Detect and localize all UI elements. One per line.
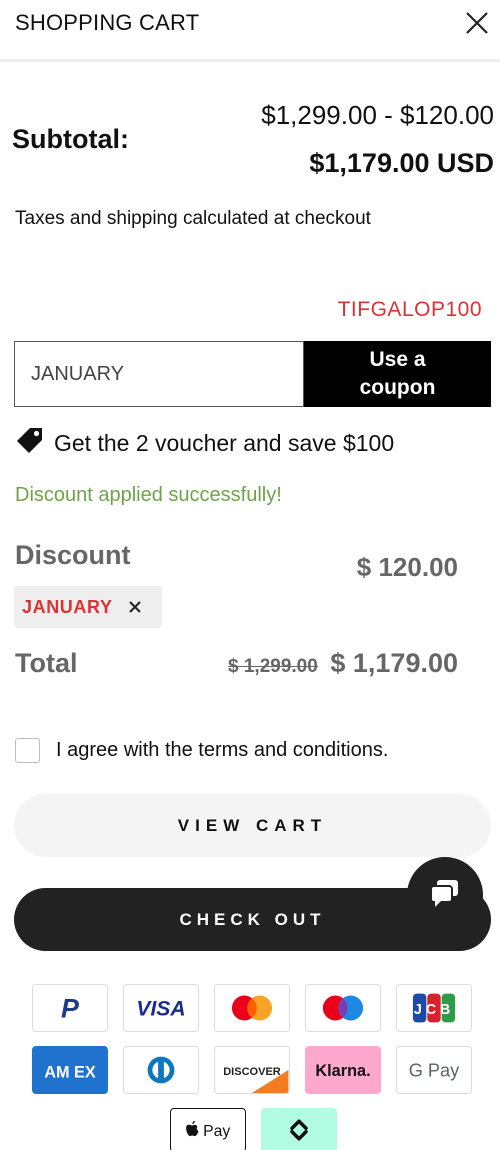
amex-icon: AM EX <box>32 1046 108 1094</box>
discover-icon: DISCOVER <box>214 1046 290 1094</box>
taxes-note: Taxes and shipping calculated at checkou… <box>15 208 371 229</box>
total-final-price: $ 1,179.00 <box>330 648 458 678</box>
subtotal-label: Subtotal: <box>12 124 129 154</box>
use-coupon-button[interactable]: Use a coupon <box>304 341 491 407</box>
use-coupon-label-line1: Use a <box>369 348 426 371</box>
paypal-text: P <box>61 994 79 1024</box>
subtotal-calculation: $1,299.00 - $120.00 <box>261 100 494 130</box>
discount-success-message: Discount applied successfully! <box>15 484 282 506</box>
amex-text: AM EX <box>44 1064 96 1082</box>
klarna-icon: Klarna. <box>305 1046 381 1094</box>
coupon-code-hint: TIFGALOP100 <box>337 298 482 321</box>
visa-text: VISA <box>136 998 185 1021</box>
coupon-form: Use a coupon <box>14 341 491 407</box>
voucher-offer: Get the 2 voucher and save $100 <box>16 426 394 460</box>
cart-title: SHOPPING CART <box>15 10 200 35</box>
coupon-input[interactable] <box>14 341 304 407</box>
discount-label: Discount <box>15 540 131 570</box>
chat-button[interactable] <box>407 857 483 933</box>
use-coupon-button-label: Use a coupon <box>360 346 436 402</box>
visa-icon: VISA <box>123 984 199 1032</box>
afterpay-icon <box>261 1108 337 1150</box>
use-coupon-label-line2: coupon <box>359 376 436 399</box>
discover-text: DISCOVER <box>223 1066 281 1078</box>
total-label: Total <box>15 648 78 678</box>
jcb-icon: JCB <box>396 984 472 1032</box>
total-original-price: $ 1,299.00 <box>228 656 318 677</box>
terms-label: I agree with the terms and conditions. <box>56 739 389 761</box>
applied-coupon-chip: JANUARY <box>14 586 162 628</box>
discount-amount: $ 120.00 <box>356 552 458 582</box>
paypal-icon: P <box>32 984 108 1032</box>
voucher-text: Get the 2 voucher and save $100 <box>54 429 395 456</box>
terms-checkbox[interactable] <box>15 738 40 763</box>
mastercard-icon <box>214 984 290 1032</box>
cart-header: SHOPPING CART <box>0 0 500 62</box>
apple-pay-text: Pay <box>203 1123 230 1140</box>
diners-icon <box>123 1046 199 1094</box>
chat-icon <box>428 876 462 915</box>
close-icon[interactable] <box>462 8 492 38</box>
apple-pay-icon: Pay <box>170 1108 246 1150</box>
maestro-icon <box>305 984 381 1032</box>
view-cart-button[interactable]: VIEW CART <box>14 794 491 857</box>
klarna-text: Klarna. <box>315 1062 370 1080</box>
terms-agreement[interactable]: I agree with the terms and conditions. <box>15 738 388 763</box>
google-pay-icon: G Pay <box>396 1046 472 1094</box>
tag-icon <box>16 426 44 460</box>
remove-coupon-icon[interactable] <box>127 599 143 615</box>
subtotal-amount: $1,179.00 USD <box>309 148 494 178</box>
jcb-text: JCB <box>414 1002 454 1018</box>
applied-coupon-label: JANUARY <box>22 596 113 617</box>
google-pay-text: G Pay <box>409 1061 460 1081</box>
